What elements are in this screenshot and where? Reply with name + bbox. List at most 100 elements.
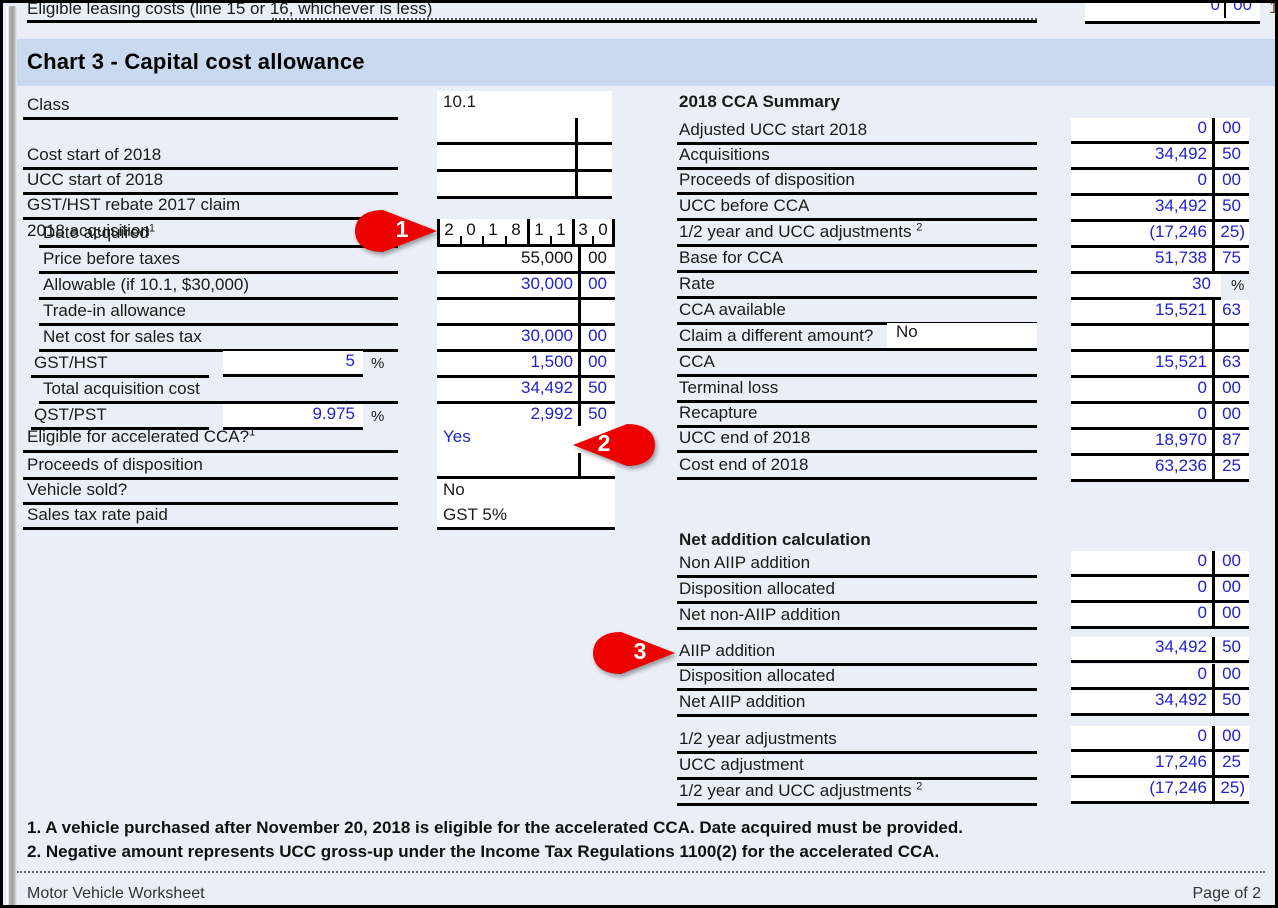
cca-available-amount[interactable]: 15,521 63 xyxy=(1071,300,1249,326)
cents-divider xyxy=(1212,404,1215,430)
acquisitions-amount[interactable]: 34,492 50 xyxy=(1071,144,1249,170)
net-cost-sales-tax-amount[interactable]: 30,000 00 xyxy=(437,326,615,352)
eligible-accelerated-cca-rule xyxy=(23,450,398,453)
allowable-amount[interactable]: 30,000 00 xyxy=(437,274,615,300)
half-year-ucc-adjustments-amount[interactable]: (17,246 25) xyxy=(1071,222,1249,248)
eligible-leasing-costs-row: Eligible leasing costs (line 15 or 16, w… xyxy=(17,3,1275,29)
box-bottom xyxy=(1071,801,1249,804)
amount-cents: 50 xyxy=(588,378,607,397)
vehicle-sold-label: Vehicle sold? xyxy=(27,480,128,499)
amount-cents: 00 xyxy=(1222,118,1241,137)
gst-rebate-2017-amount[interactable] xyxy=(437,172,612,199)
date-acquired-footnote-marker: 1 xyxy=(148,222,155,235)
disposition-allocated-1-amount[interactable]: 0 00 xyxy=(1071,577,1249,603)
ucc-before-cca-amount[interactable]: 34,492 50 xyxy=(1071,196,1249,222)
cca-rule xyxy=(677,374,1037,377)
amount-cents: 00 xyxy=(588,248,607,267)
recapture-amount[interactable]: 0 00 xyxy=(1071,404,1249,430)
page-gutter xyxy=(6,6,17,905)
rate-field[interactable]: 30 xyxy=(1071,274,1221,300)
ucc-adjustment-amount[interactable]: 17,246 25 xyxy=(1071,752,1249,778)
proceeds-disposition-label: Proceeds of disposition xyxy=(27,455,203,474)
half-year-ucc-adjustments-2-amount[interactable]: (17,246 25) xyxy=(1071,778,1249,804)
amount-dollars: 30,000 xyxy=(521,274,573,293)
half-year-ucc-adjustments-label: 1/2 year and UCC adjustments 2 xyxy=(679,222,922,242)
half-year-ucc-adjustments-2-footnote-marker: 2 xyxy=(916,780,923,793)
net-non-aiip-addition-label: Net non-AIIP addition xyxy=(679,605,841,624)
ucc-start-2018-amount[interactable] xyxy=(437,145,612,172)
date-digit: 1 xyxy=(488,220,498,239)
amount-cents: 25 xyxy=(1222,456,1241,475)
gst-hst-rate-field[interactable]: 5 xyxy=(223,351,363,377)
line-number: 17 xyxy=(1269,0,1278,17)
callout-marker-3: 3 xyxy=(591,629,677,677)
half-year-adjustments-rule xyxy=(677,751,1037,754)
sales-tax-rate-paid-rule xyxy=(23,527,398,530)
cents-divider xyxy=(1212,430,1215,456)
amount-dollars: 0 xyxy=(1197,118,1207,137)
claim-different-amount-field[interactable]: No xyxy=(887,322,1037,348)
claim-different-amount-rule xyxy=(677,348,1037,351)
amount-dollars: 34,492 xyxy=(1155,144,1207,163)
leader-dots xyxy=(272,18,1037,20)
half-year-adjustments-amount[interactable]: 0 00 xyxy=(1071,726,1249,752)
cca-available-label: CCA available xyxy=(679,300,786,319)
date-digit: 0 xyxy=(466,220,476,239)
class-value: 10.1 xyxy=(443,92,477,111)
gst-hst-percent-sign: % xyxy=(371,355,385,372)
aiip-addition-amount[interactable]: 34,492 50 xyxy=(1071,637,1249,663)
net-addition-heading: Net addition calculation xyxy=(679,530,871,549)
eligible-leasing-costs-amount[interactable]: 0 00 xyxy=(1085,0,1260,24)
amount-dollars: 0 xyxy=(1197,577,1207,596)
worksheet-page: Eligible leasing costs (line 15 or 16, w… xyxy=(0,0,1278,908)
date-acquired-field[interactable]: 2 0 1 8 1 1 3 0 xyxy=(437,219,615,247)
trade-in-allowance-amount[interactable] xyxy=(437,300,615,326)
base-for-cca-rule xyxy=(677,270,1037,273)
amount-cents: 00 xyxy=(1222,726,1241,745)
date-digit: 1 xyxy=(556,220,566,239)
amount-cents: 00 xyxy=(1233,0,1252,14)
claim-different-amount-entry[interactable] xyxy=(1071,326,1249,352)
cents-divider xyxy=(1212,378,1215,404)
amount-cents: 75 xyxy=(1222,248,1241,267)
net-aiip-addition-amount[interactable]: 34,492 50 xyxy=(1071,690,1249,716)
disposition-allocated-2-rule xyxy=(677,688,1037,691)
date-acquired-label: Date acquired1 xyxy=(43,223,155,243)
cca-amount[interactable]: 15,521 63 xyxy=(1071,352,1249,378)
cents-divider xyxy=(1212,456,1215,482)
cca-proceeds-disposition-amount[interactable]: 0 00 xyxy=(1071,170,1249,196)
adjusted-ucc-start-amount[interactable]: 0 00 xyxy=(1071,118,1249,144)
claim-different-amount-value: No xyxy=(896,322,918,341)
vehicle-sold-field[interactable]: No xyxy=(437,479,615,504)
ucc-end-2018-label: UCC end of 2018 xyxy=(679,428,811,447)
vehicle-sold-value: No xyxy=(443,480,465,499)
net-non-aiip-addition-amount[interactable]: 0 00 xyxy=(1071,603,1249,629)
amount-dollars: 34,492 xyxy=(1155,196,1207,215)
cents-divider xyxy=(1212,352,1215,378)
amount-dollars: 0 xyxy=(1197,404,1207,423)
cost-end-2018-amount[interactable]: 63,236 25 xyxy=(1071,456,1249,482)
cents-divider xyxy=(578,378,581,404)
cents-divider xyxy=(1212,690,1215,716)
gst-hst-amount[interactable]: 1,500 00 xyxy=(437,352,615,378)
page-title: Chart 3 - Capital cost allowance xyxy=(27,49,365,74)
amount-dollars: 34,492 xyxy=(521,378,573,397)
non-aiip-addition-amount[interactable]: 0 00 xyxy=(1071,551,1249,577)
non-aiip-addition-rule xyxy=(677,575,1037,578)
price-before-taxes-amount[interactable]: 55,000 00 xyxy=(437,247,615,274)
ucc-before-cca-label: UCC before CCA xyxy=(679,196,810,215)
cents-divider xyxy=(578,326,581,352)
terminal-loss-amount[interactable]: 0 00 xyxy=(1071,378,1249,404)
eligible-accelerated-cca-label: Eligible for accelerated CCA?1 xyxy=(27,427,255,447)
base-for-cca-amount[interactable]: 51,738 75 xyxy=(1071,248,1249,274)
sales-tax-rate-paid-field[interactable]: GST 5% xyxy=(437,504,615,530)
total-acquisition-cost-amount[interactable]: 34,492 50 xyxy=(437,378,615,404)
amount-cents: 00 xyxy=(1222,404,1241,423)
ucc-end-2018-amount[interactable]: 18,970 87 xyxy=(1071,430,1249,456)
amount-cents: 00 xyxy=(588,274,607,293)
amount-dollars: 17,246 xyxy=(1155,752,1207,771)
disposition-allocated-2-amount[interactable]: 0 00 xyxy=(1071,664,1249,690)
gst-hst-label: GST/HST xyxy=(34,353,108,372)
cost-start-2018-amount[interactable] xyxy=(437,118,612,145)
class-field[interactable]: 10.1 xyxy=(437,91,612,118)
